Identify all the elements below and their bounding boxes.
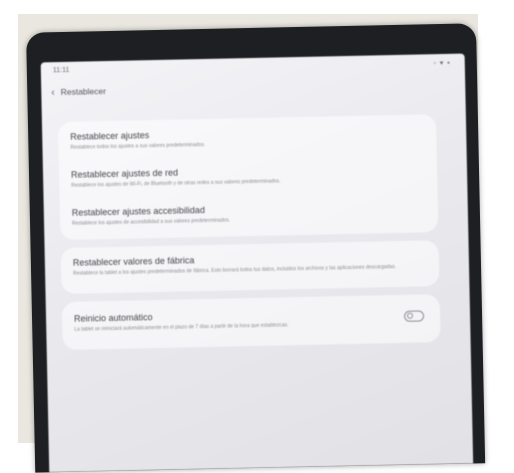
status-bar: 11:11 ◦ ▾ ▪ — [41, 54, 465, 81]
auto-restart-group: Reinicio automático La tablet se reinici… — [61, 294, 441, 351]
toggle-knob — [406, 312, 413, 319]
reset-settings-item[interactable]: Restablecer ajustes Restablece todos los… — [70, 125, 400, 151]
reset-network-settings-item[interactable]: Restablecer ajustes de red Restablece lo… — [71, 163, 401, 189]
auto-restart-item[interactable]: Reinicio automático La tablet se reinici… — [74, 307, 374, 333]
factory-reset-group: Restablecer valores de fábrica Restablec… — [60, 240, 440, 295]
reset-settings-group: Restablecer ajustes Restablece todos los… — [57, 114, 439, 241]
back-arrow-icon[interactable]: ‹ — [51, 87, 55, 98]
factory-reset-item[interactable]: Restablecer valores de fábrica Restablec… — [73, 251, 403, 284]
auto-restart-toggle[interactable] — [403, 310, 425, 322]
status-time: 11:11 — [52, 66, 70, 75]
item-description: Restablece la tablet a los ajustes prede… — [73, 264, 397, 277]
page-title: Restablecer — [60, 86, 107, 97]
reset-accessibility-settings-item[interactable]: Restablecer ajustes accesibilidad Restab… — [72, 201, 402, 227]
status-icons: ◦ ▾ ▪ — [433, 59, 451, 68]
photo-frame: 11:11 ◦ ▾ ▪ ‹ Restablecer Restablecer aj… — [0, 0, 514, 473]
tablet-screen: 11:11 ◦ ▾ ▪ ‹ Restablecer Restablecer aj… — [40, 53, 474, 473]
page-header: ‹ Restablecer — [51, 81, 106, 102]
tablet-device: 11:11 ◦ ▾ ▪ ‹ Restablecer Restablecer aj… — [26, 23, 486, 473]
